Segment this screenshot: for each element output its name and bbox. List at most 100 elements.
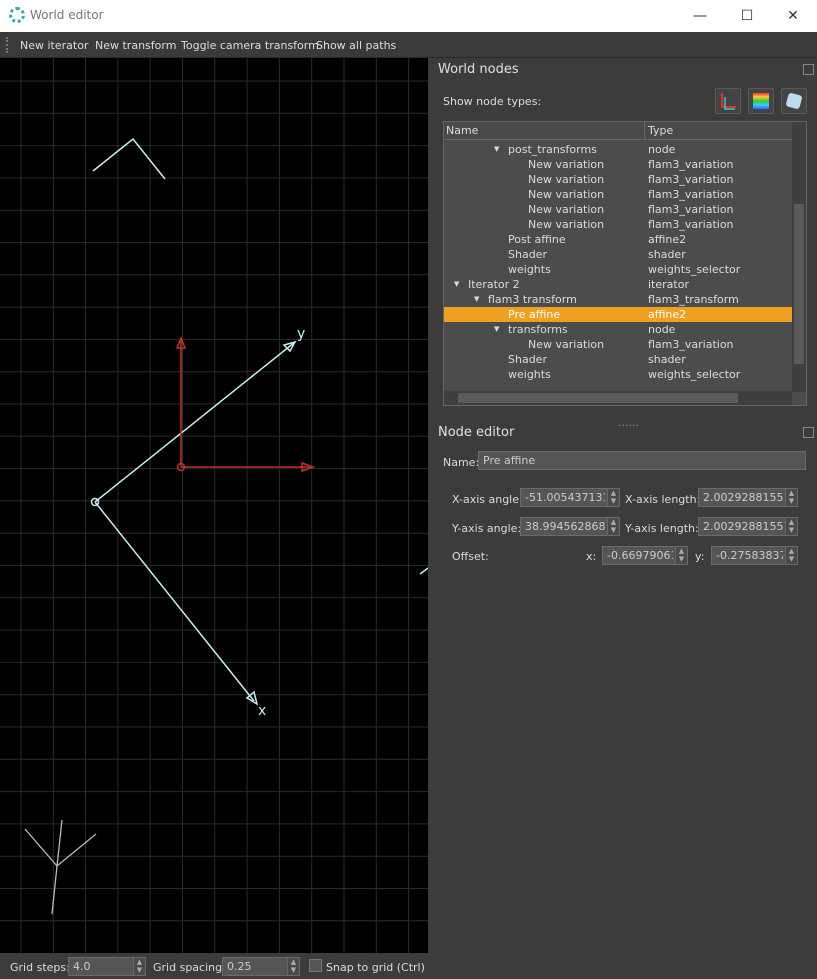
grid-spacing-label: Grid spacing: xyxy=(153,961,226,974)
tree-row[interactable]: ▼ Iterator 2 iterator xyxy=(444,277,792,292)
node-editor-title: Node editor xyxy=(438,425,515,440)
grid-steps-label: Grid steps: xyxy=(10,961,70,974)
node-type: flam3_variation xyxy=(648,338,734,351)
toolbar-grip[interactable] xyxy=(6,37,10,53)
transform-gizmo-partial xyxy=(92,137,166,180)
tree-row[interactable]: weights weights_selector xyxy=(444,367,792,382)
tree-row[interactable]: ▼ post_transforms node xyxy=(444,142,792,157)
tree-row[interactable]: New variation flam3_variation xyxy=(444,217,792,232)
node-type: shader xyxy=(648,353,686,366)
tree-header: Name Type xyxy=(444,122,792,140)
y-axis-length-spinbox[interactable]: 2.00292881556 ▲ ▼ xyxy=(698,517,798,536)
node-type: shader xyxy=(648,248,686,261)
y-axis-angle-spinbox[interactable]: 38.9945628680 ▲ ▼ xyxy=(520,517,620,536)
x-axis-length-label: X-axis length: xyxy=(625,493,701,506)
vertical-scrollbar[interactable] xyxy=(792,122,806,392)
toolbar: New iterator New transform Toggle camera… xyxy=(0,32,817,58)
tree-row[interactable]: weights weights_selector xyxy=(444,262,792,277)
node-type: node xyxy=(648,143,676,156)
name-input[interactable]: Pre affine xyxy=(478,451,806,470)
tree-row[interactable]: New variation flam3_variation xyxy=(444,172,792,187)
bottom-bar: Grid steps: 4.0 ▲ ▼ Grid spacing: 0.25 ▲ ▼ S… xyxy=(0,953,817,979)
tree-row[interactable]: ▼ transforms node xyxy=(444,322,792,337)
tree-row[interactable]: New variation flam3_variation xyxy=(444,202,792,217)
node-name: flam3 transform xyxy=(488,293,577,306)
node-type: flam3_variation xyxy=(648,173,734,186)
offset-y-spinbox[interactable]: -0.275838375▲▼ xyxy=(711,546,798,565)
snap-to-grid-label: Snap to grid (Ctrl) xyxy=(326,961,425,974)
expand-arrow-icon[interactable]: ▼ xyxy=(454,277,459,292)
node-type: iterator xyxy=(648,278,689,291)
app-logo-icon xyxy=(9,7,25,23)
minimize-button[interactable]: — xyxy=(680,4,720,28)
float-panel-icon[interactable] xyxy=(803,427,814,438)
expand-arrow-icon[interactable]: ▼ xyxy=(494,142,499,157)
x-axis-label: x xyxy=(258,703,266,719)
palette-icon[interactable] xyxy=(748,88,774,114)
toggle-camera-transform-button[interactable]: Toggle camera transform xyxy=(181,39,319,52)
node-type: flam3_variation xyxy=(648,188,734,201)
dice-icon[interactable] xyxy=(781,88,807,114)
world-canvas[interactable]: y x xyxy=(0,58,429,953)
y-axis-length-label: Y-axis length: xyxy=(625,522,699,535)
grid-spacing-spinbox[interactable]: 0.25 ▲ ▼ xyxy=(222,957,300,976)
node-name: New variation xyxy=(528,203,605,216)
x-axis-angle-label: X-axis angle: xyxy=(452,493,523,506)
new-iterator-button[interactable]: New iterator xyxy=(20,39,88,52)
node-name: post_transforms xyxy=(508,143,597,156)
expand-arrow-icon[interactable]: ▼ xyxy=(494,322,499,337)
node-name: Shader xyxy=(508,353,547,366)
node-type: flam3_variation xyxy=(648,218,734,231)
x-axis-length-spinbox[interactable]: 2.00292881556 ▲ ▼ xyxy=(698,488,798,507)
maximize-button[interactable]: ☐ xyxy=(727,4,767,28)
node-name: New variation xyxy=(528,188,605,201)
splitter-handle[interactable]: ...... xyxy=(618,416,639,429)
tree-row[interactable]: ▼ flam3 transform flam3_transform xyxy=(444,292,792,307)
show-all-paths-button[interactable]: Show all paths xyxy=(316,39,396,52)
y-axis-label: y xyxy=(297,326,305,342)
node-name: transforms xyxy=(508,323,568,336)
title-bar: World editor — ☐ ✕ xyxy=(0,0,817,32)
node-type: affine2 xyxy=(648,308,687,321)
tree-row[interactable]: Post affine affine2 xyxy=(444,232,792,247)
tree-row[interactable]: New variation flam3_variation xyxy=(444,337,792,352)
world-nodes-title: World nodes xyxy=(438,62,519,77)
column-name[interactable]: Name xyxy=(446,124,478,137)
node-name: weights xyxy=(508,368,551,381)
tree-row[interactable]: New variation flam3_variation xyxy=(444,187,792,202)
name-label: Name: xyxy=(443,456,480,469)
offset-x-spinbox[interactable]: -0.669790618▲▼ xyxy=(602,546,688,565)
horizontal-scrollbar[interactable] xyxy=(444,391,792,405)
offset-x-label: x: xyxy=(586,550,597,563)
tree-row[interactable]: Pre affine affine2 xyxy=(444,307,792,322)
float-panel-icon[interactable] xyxy=(803,64,814,75)
canvas-drawing: y x xyxy=(0,58,429,953)
node-type: weights_selector xyxy=(648,368,741,381)
axes-icon[interactable] xyxy=(715,88,741,114)
node-name: New variation xyxy=(528,338,605,351)
world-nodes-tree[interactable]: Name Type ▼ post_transforms node New variat… xyxy=(443,121,807,406)
x-axis-angle-spinbox[interactable]: -51.0054371319▲▼ xyxy=(520,488,620,507)
node-type: flam3_variation xyxy=(648,203,734,216)
y-axis-line xyxy=(94,341,296,503)
y-axis-angle-label: Y-axis angle: xyxy=(452,522,522,535)
snap-to-grid-checkbox[interactable] xyxy=(309,959,322,972)
expand-arrow-icon[interactable]: ▼ xyxy=(474,292,479,307)
node-name: Shader xyxy=(508,248,547,261)
x-axis-line xyxy=(94,501,255,702)
window-title: World editor xyxy=(30,8,104,22)
node-name: Iterator 2 xyxy=(468,278,520,291)
node-type: flam3_variation xyxy=(648,158,734,171)
offset-label: Offset: xyxy=(452,550,489,563)
tree-row[interactable]: New variation flam3_variation xyxy=(444,157,792,172)
tree-row[interactable]: Shader shader xyxy=(444,247,792,262)
node-name: New variation xyxy=(528,218,605,231)
node-name: Pre affine xyxy=(508,308,561,321)
column-type[interactable]: Type xyxy=(644,122,673,140)
node-type: affine2 xyxy=(648,233,687,246)
grid-steps-spinbox[interactable]: 4.0 ▲ ▼ xyxy=(68,957,146,976)
new-transform-button[interactable]: New transform xyxy=(95,39,176,52)
tree-row[interactable]: Shader shader xyxy=(444,352,792,367)
show-node-types-label: Show node types: xyxy=(443,95,542,108)
close-button[interactable]: ✕ xyxy=(773,4,813,28)
